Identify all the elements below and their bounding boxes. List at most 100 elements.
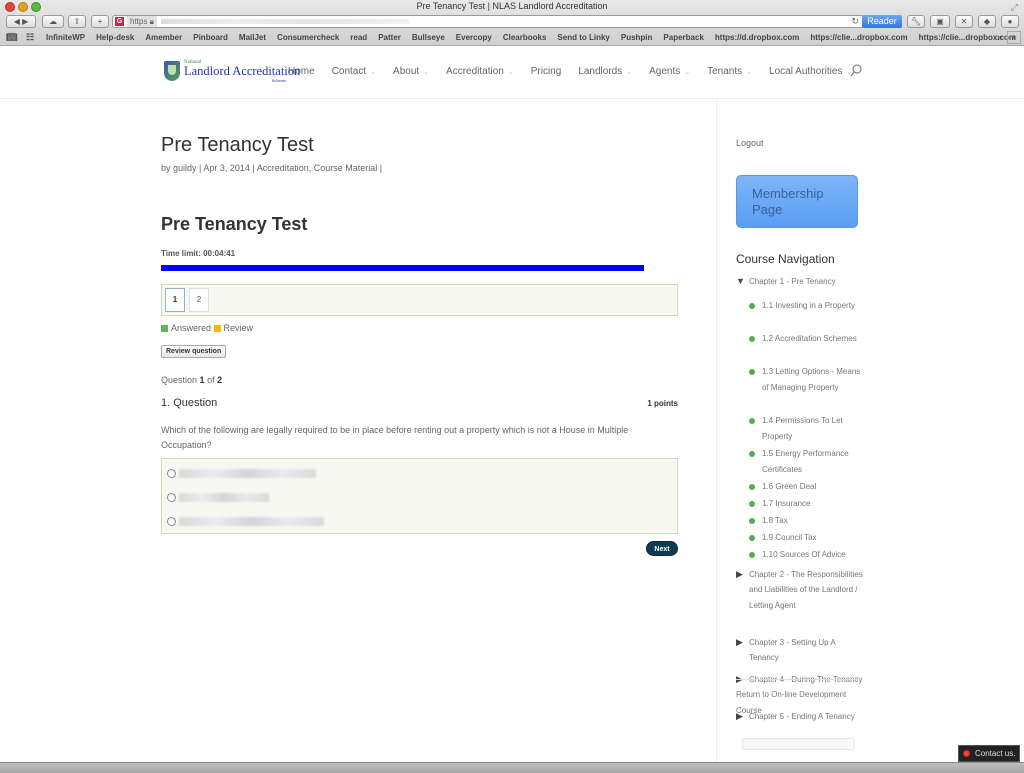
next-button[interactable]: Next xyxy=(646,541,678,556)
nav-item-landlords[interactable]: Landlords ⌄ xyxy=(578,66,632,77)
answer-radio[interactable] xyxy=(167,468,176,478)
extension-button-2[interactable]: ▣ xyxy=(930,15,950,28)
answer-radio[interactable] xyxy=(167,492,176,502)
url-text-redacted xyxy=(161,19,409,24)
nav-item-tenants[interactable]: Tenants ⌄ xyxy=(707,66,752,77)
contact-us-label: Contact us. xyxy=(975,749,1016,758)
bookmarks-more-icon[interactable]: » xyxy=(997,32,1002,42)
extension-button-1[interactable]: 🔧︎ xyxy=(907,15,925,28)
chapter-label[interactable]: Chapter 1 - Pre Tenancy xyxy=(749,274,867,290)
bookmark-item[interactable]: InfiniteWP xyxy=(46,33,85,42)
answer-radio[interactable] xyxy=(167,516,176,526)
bookmark-item[interactable]: Clearbooks xyxy=(503,33,547,42)
bookmark-item[interactable]: Pinboard xyxy=(193,33,228,42)
address-bar[interactable]: G https 🔒︎ ↻ xyxy=(112,15,864,28)
nav-item-label: Local Authorities xyxy=(769,66,843,77)
complete-status-icon xyxy=(749,483,755,490)
site-logo[interactable]: National Landlord Accreditation Scheme xyxy=(164,59,300,85)
question-total: 2 xyxy=(217,375,223,385)
bookmark-item[interactable]: Paperback xyxy=(663,33,703,42)
bookmark-item[interactable]: Evercopy xyxy=(456,33,492,42)
bookmark-item[interactable]: https://d.dropbox.com xyxy=(715,33,799,42)
fullscreen-icon[interactable]: ⤢ xyxy=(1011,2,1018,13)
window-title: Pre Tenancy Test | NLAS Landlord Accredi… xyxy=(416,1,608,11)
bookmark-item[interactable]: Help-desk xyxy=(96,33,134,42)
return-to-course-link[interactable]: Return to On-line Development Course xyxy=(736,687,861,718)
sidebar-divider xyxy=(716,100,717,762)
reader-button[interactable]: Reader xyxy=(862,15,902,28)
forward-icon[interactable]: ▶ xyxy=(22,17,28,26)
caret-right-icon[interactable]: ▶ xyxy=(736,569,743,579)
reload-icon[interactable]: ↻ xyxy=(851,16,859,27)
lesson-label[interactable]: 1.9 Council Tax xyxy=(762,530,864,546)
lesson-label[interactable]: 1.4 Permissions To Let Property xyxy=(762,413,864,445)
share-button[interactable]: ⇪ xyxy=(68,15,86,28)
extension-button-3[interactable]: ✕ xyxy=(955,15,973,28)
caret-right-icon[interactable]: ▶ xyxy=(736,637,743,647)
course-navigation-title: Course Navigation xyxy=(736,252,835,266)
main-nav: Home Contact ⌄ About ⌄ Accreditation ⌄ Pricing L… xyxy=(288,66,869,77)
chapter-label[interactable]: Chapter 3 - Setting Up A Tenancy xyxy=(749,635,867,666)
complete-status-icon xyxy=(749,517,755,524)
nav-item-contact[interactable]: Contact ⌄ xyxy=(332,66,376,77)
question-number-button[interactable]: 2 xyxy=(189,288,209,312)
contact-us-widget[interactable]: Contact us. xyxy=(958,745,1020,762)
extension-icon: ▣ xyxy=(936,17,944,26)
back-forward-buttons[interactable]: ◀ ▶ xyxy=(6,15,36,28)
status-dot-icon xyxy=(963,750,970,757)
answer-option[interactable] xyxy=(167,491,269,503)
site-favicon: G xyxy=(115,17,124,26)
logo-tagline-bottom: Scheme xyxy=(271,78,286,83)
answer-text-redacted xyxy=(179,516,324,526)
bookmark-item[interactable]: https://clie...dropbox.com xyxy=(810,33,907,42)
lesson-label[interactable]: 1.1 Investing in a Property xyxy=(762,298,864,314)
bookmark-item[interactable]: Patter xyxy=(378,33,401,42)
lesson-label[interactable]: 1.10 Sources Of Advice xyxy=(762,547,864,563)
back-icon[interactable]: ◀ xyxy=(14,17,20,26)
bookmark-item[interactable]: Bullseye xyxy=(412,33,445,42)
extension-button-5[interactable]: ● xyxy=(1001,15,1019,28)
url-scheme: https 🔒︎ xyxy=(127,16,157,27)
lesson-label[interactable]: 1.6 Green Deal xyxy=(762,479,864,495)
nav-item-agents[interactable]: Agents ⌄ xyxy=(649,66,690,77)
nav-item-pricing[interactable]: Pricing xyxy=(531,66,562,77)
title-bar: Pre Tenancy Test | NLAS Landlord Accredi… xyxy=(0,0,1024,14)
bookmark-item[interactable]: Amember xyxy=(145,33,182,42)
chapter-label[interactable]: Chapter 2 - The Responsibilities and Lia… xyxy=(749,567,867,614)
lesson-label[interactable]: 1.5 Energy Performance Certificates xyxy=(762,446,864,478)
lesson-label[interactable]: 1.7 Insurance xyxy=(762,496,864,512)
nav-item-label: Agents xyxy=(649,66,681,77)
nav-item-home[interactable]: Home xyxy=(288,66,315,77)
logout-link[interactable]: Logout xyxy=(736,138,764,148)
icloud-tabs-button[interactable]: ☁ xyxy=(42,15,64,28)
chevron-down-icon: ⌄ xyxy=(684,68,691,76)
nav-item-local-authorities[interactable]: Local Authorities ⌄ xyxy=(769,66,852,77)
answer-option[interactable] xyxy=(167,467,316,479)
bookmark-item[interactable]: MailJet xyxy=(239,33,266,42)
bookmark-item[interactable]: Consumercheck xyxy=(277,33,339,42)
add-tab-button[interactable]: + xyxy=(1007,31,1021,44)
extension-button-4[interactable]: ◆ xyxy=(978,15,996,28)
membership-page-button[interactable]: Membership Page xyxy=(736,175,858,228)
circle-icon: ● xyxy=(1007,17,1013,26)
nav-item-accreditation[interactable]: Accreditation ⌄ xyxy=(446,66,514,77)
reading-list-icon[interactable]: 📖︎ xyxy=(6,32,17,43)
sidebar-search-input[interactable] xyxy=(742,738,855,750)
lesson-label[interactable]: 1.2 Accreditation Schemes xyxy=(762,331,864,347)
complete-status-icon xyxy=(749,368,755,375)
lesson-label[interactable]: 1.8 Tax xyxy=(762,513,864,529)
chevron-down-icon: ⌄ xyxy=(746,68,753,76)
new-tab-button[interactable]: + xyxy=(91,15,109,28)
bookmark-list: InfiniteWP Help-desk Amember Pinboard MailJe… xyxy=(46,33,1016,42)
lesson-label[interactable]: 1.3 Letting Options - Means of Managing … xyxy=(762,364,864,396)
top-sites-icon[interactable]: ☷ xyxy=(26,32,34,43)
answer-option[interactable] xyxy=(167,515,324,527)
question-number-button[interactable]: 1 xyxy=(165,288,185,312)
bookmark-item[interactable]: read xyxy=(350,33,367,42)
bookmark-item[interactable]: Pushpin xyxy=(621,33,653,42)
review-question-button[interactable]: Review question xyxy=(161,345,227,358)
bookmark-item[interactable]: Send to Linky xyxy=(557,33,609,42)
caret-down-icon[interactable]: ▼ xyxy=(736,277,745,286)
nav-item-about[interactable]: About ⌄ xyxy=(393,66,429,77)
search-icon[interactable] xyxy=(850,64,862,78)
